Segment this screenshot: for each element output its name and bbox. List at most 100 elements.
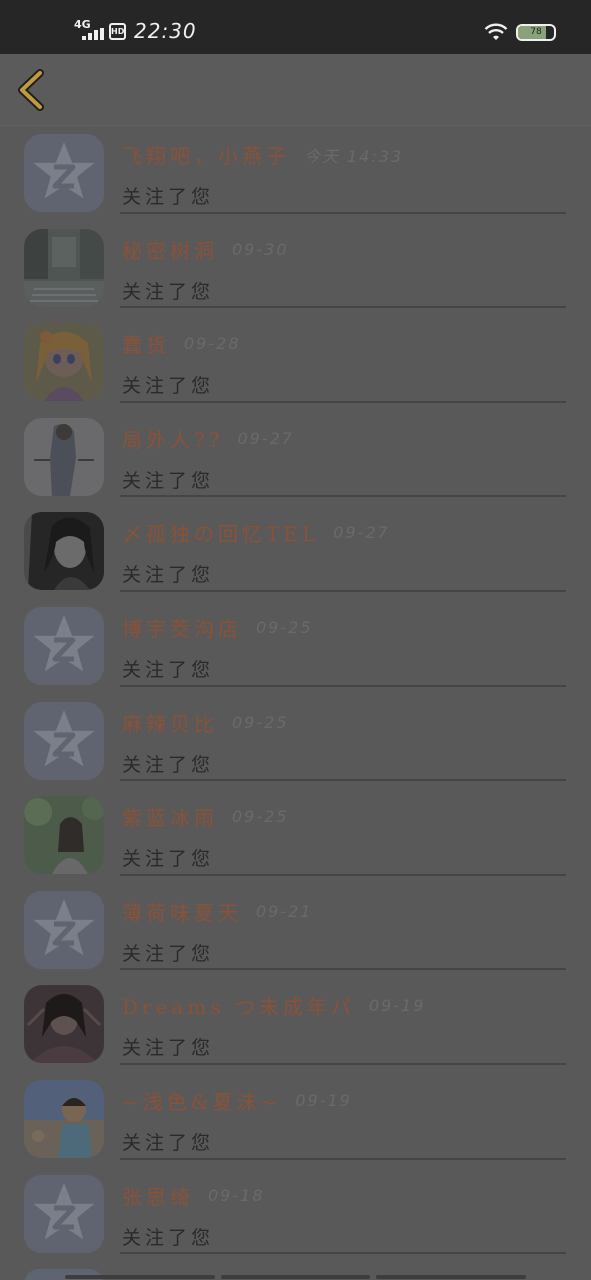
avatar-image xyxy=(24,512,104,591)
name-line: Dreams つ未成年パ 09-19 xyxy=(122,991,571,1019)
divider xyxy=(120,1062,566,1065)
avatar[interactable] xyxy=(24,323,104,402)
follow-time: 09-19 xyxy=(295,1090,352,1110)
status-bar: 4G HD 22:30 78 xyxy=(0,0,591,54)
follow-message: 关注了您 xyxy=(122,753,215,776)
follow-message: 关注了您 xyxy=(122,848,215,871)
avatar[interactable] xyxy=(24,417,104,496)
user-name[interactable]: 飞翔吧，小燕子 xyxy=(122,144,290,168)
name-line: 秘密树洞 09-30 xyxy=(122,235,571,263)
divider xyxy=(120,684,566,687)
list-item[interactable]: 蠢货 09-28 关注了您 xyxy=(0,315,591,410)
follow-message: 关注了您 xyxy=(122,1131,215,1154)
follow-message: 关注了您 xyxy=(122,564,215,587)
list-item[interactable]: 〆孤独の回忆TEL 09-27 关注了您 xyxy=(0,504,591,599)
hd-icon: HD xyxy=(109,23,126,40)
divider xyxy=(120,779,566,782)
name-line: 〆孤独の回忆TEL 09-27 xyxy=(122,518,571,546)
user-name[interactable]: 麻辣贝比 xyxy=(122,712,218,736)
divider xyxy=(120,1252,566,1255)
name-line: 薄荷味夏天 09-21 xyxy=(122,897,571,925)
avatar[interactable] xyxy=(24,701,104,780)
follow-time: 09-27 xyxy=(333,523,390,543)
follow-time: 09-18 xyxy=(208,1185,265,1205)
list-item[interactable]: 秘密树洞 09-30 关注了您 xyxy=(0,221,591,316)
user-name[interactable]: 〆孤独の回忆TEL xyxy=(122,522,319,546)
name-line: 麻辣贝比 09-25 xyxy=(122,708,571,736)
divider xyxy=(120,211,566,214)
follow-time: 09-21 xyxy=(256,901,313,921)
divider xyxy=(120,495,566,498)
user-name[interactable]: ~浅色&夏沫~ xyxy=(122,1090,281,1114)
bottom-toolbar-hint xyxy=(65,1275,527,1279)
follower-list[interactable]: 飞翔吧，小燕子 今天 14:33 关注了您 秘密树洞 09-30 关注了您 蠢货 09-28 关… xyxy=(0,126,591,1280)
back-chevron-icon[interactable] xyxy=(10,68,54,112)
user-name[interactable]: 秘密树洞 xyxy=(122,239,218,263)
list-item[interactable]: ~浅色&夏沫~ 09-19 关注了您 xyxy=(0,1072,591,1167)
avatar-image xyxy=(24,985,104,1064)
avatar[interactable] xyxy=(24,985,104,1064)
name-line: 博宇茭沟店 09-25 xyxy=(122,613,571,641)
wifi-icon xyxy=(484,23,508,40)
list-item[interactable]: 博宇茭沟店 09-25 关注了您 xyxy=(0,599,591,694)
avatar-image xyxy=(24,1079,104,1158)
header-bar xyxy=(0,54,591,126)
user-name[interactable]: Dreams つ未成年パ xyxy=(122,995,355,1019)
avatar[interactable] xyxy=(24,1174,104,1253)
avatar-image xyxy=(24,701,104,780)
user-name[interactable]: 薄荷味夏天 xyxy=(122,901,242,925)
list-item[interactable]: 张思绮 09-18 关注了您 xyxy=(0,1167,591,1262)
follow-time: 09-27 xyxy=(237,428,294,448)
divider xyxy=(120,306,566,309)
follow-message: 关注了您 xyxy=(122,1037,215,1060)
avatar[interactable] xyxy=(24,890,104,969)
name-line: ~浅色&夏沫~ 09-19 xyxy=(122,1086,571,1114)
user-name[interactable]: 博宇茭沟店 xyxy=(122,617,242,641)
follow-time: 今天 14:33 xyxy=(304,146,404,166)
follow-time: 09-25 xyxy=(232,712,289,732)
follow-time: 09-28 xyxy=(184,334,241,354)
list-item[interactable]: 飞翔吧，小燕子 今天 14:33 关注了您 xyxy=(0,126,591,221)
avatar[interactable] xyxy=(24,1079,104,1158)
user-name[interactable]: 局外人?? xyxy=(122,428,223,452)
follow-time: 09-25 xyxy=(232,807,289,827)
divider xyxy=(120,968,566,971)
follow-message: 关注了您 xyxy=(122,375,215,398)
signal-icon xyxy=(82,28,104,40)
list-item[interactable]: Dreams つ未成年パ 09-19 关注了您 xyxy=(0,977,591,1072)
list-item[interactable]: 紫蓝冰雨 09-25 关注了您 xyxy=(0,788,591,883)
name-line: 局外人?? 09-27 xyxy=(122,424,571,452)
avatar-image xyxy=(24,796,104,875)
follow-message: 关注了您 xyxy=(122,942,215,965)
user-name[interactable]: 紫蓝冰雨 xyxy=(122,806,218,830)
divider xyxy=(120,1157,566,1160)
follow-message: 关注了您 xyxy=(122,1226,215,1249)
battery-level: 78 xyxy=(530,27,542,37)
avatar[interactable] xyxy=(24,134,104,212)
name-line: 紫蓝冰雨 09-25 xyxy=(122,802,571,830)
battery-icon: 78 xyxy=(516,24,556,41)
follow-message: 关注了您 xyxy=(122,186,215,208)
avatar-image xyxy=(24,417,104,496)
follow-time: 09-30 xyxy=(232,239,289,259)
user-name[interactable]: 蠢货 xyxy=(122,333,170,357)
follow-message: 关注了您 xyxy=(122,469,215,492)
list-item[interactable]: 薄荷味夏天 09-21 关注了您 xyxy=(0,883,591,978)
avatar-image xyxy=(24,606,104,685)
divider xyxy=(120,589,566,592)
user-name[interactable]: 张思绮 xyxy=(122,1185,194,1209)
name-line: 飞翔吧，小燕子 今天 14:33 xyxy=(122,140,571,168)
follow-time: 09-19 xyxy=(368,996,426,1016)
clock: 22:30 xyxy=(134,19,197,43)
avatar-image xyxy=(24,134,104,212)
avatar[interactable] xyxy=(24,228,104,307)
avatar-image xyxy=(24,1174,104,1253)
avatar[interactable] xyxy=(24,512,104,591)
avatar[interactable] xyxy=(24,796,104,875)
list-item[interactable]: 麻辣贝比 09-25 关注了您 xyxy=(0,694,591,789)
list-item[interactable]: 局外人?? 09-27 关注了您 xyxy=(0,410,591,505)
follow-message: 关注了您 xyxy=(122,658,215,681)
avatar[interactable] xyxy=(24,606,104,685)
avatar-image xyxy=(24,890,104,969)
divider xyxy=(120,873,566,876)
